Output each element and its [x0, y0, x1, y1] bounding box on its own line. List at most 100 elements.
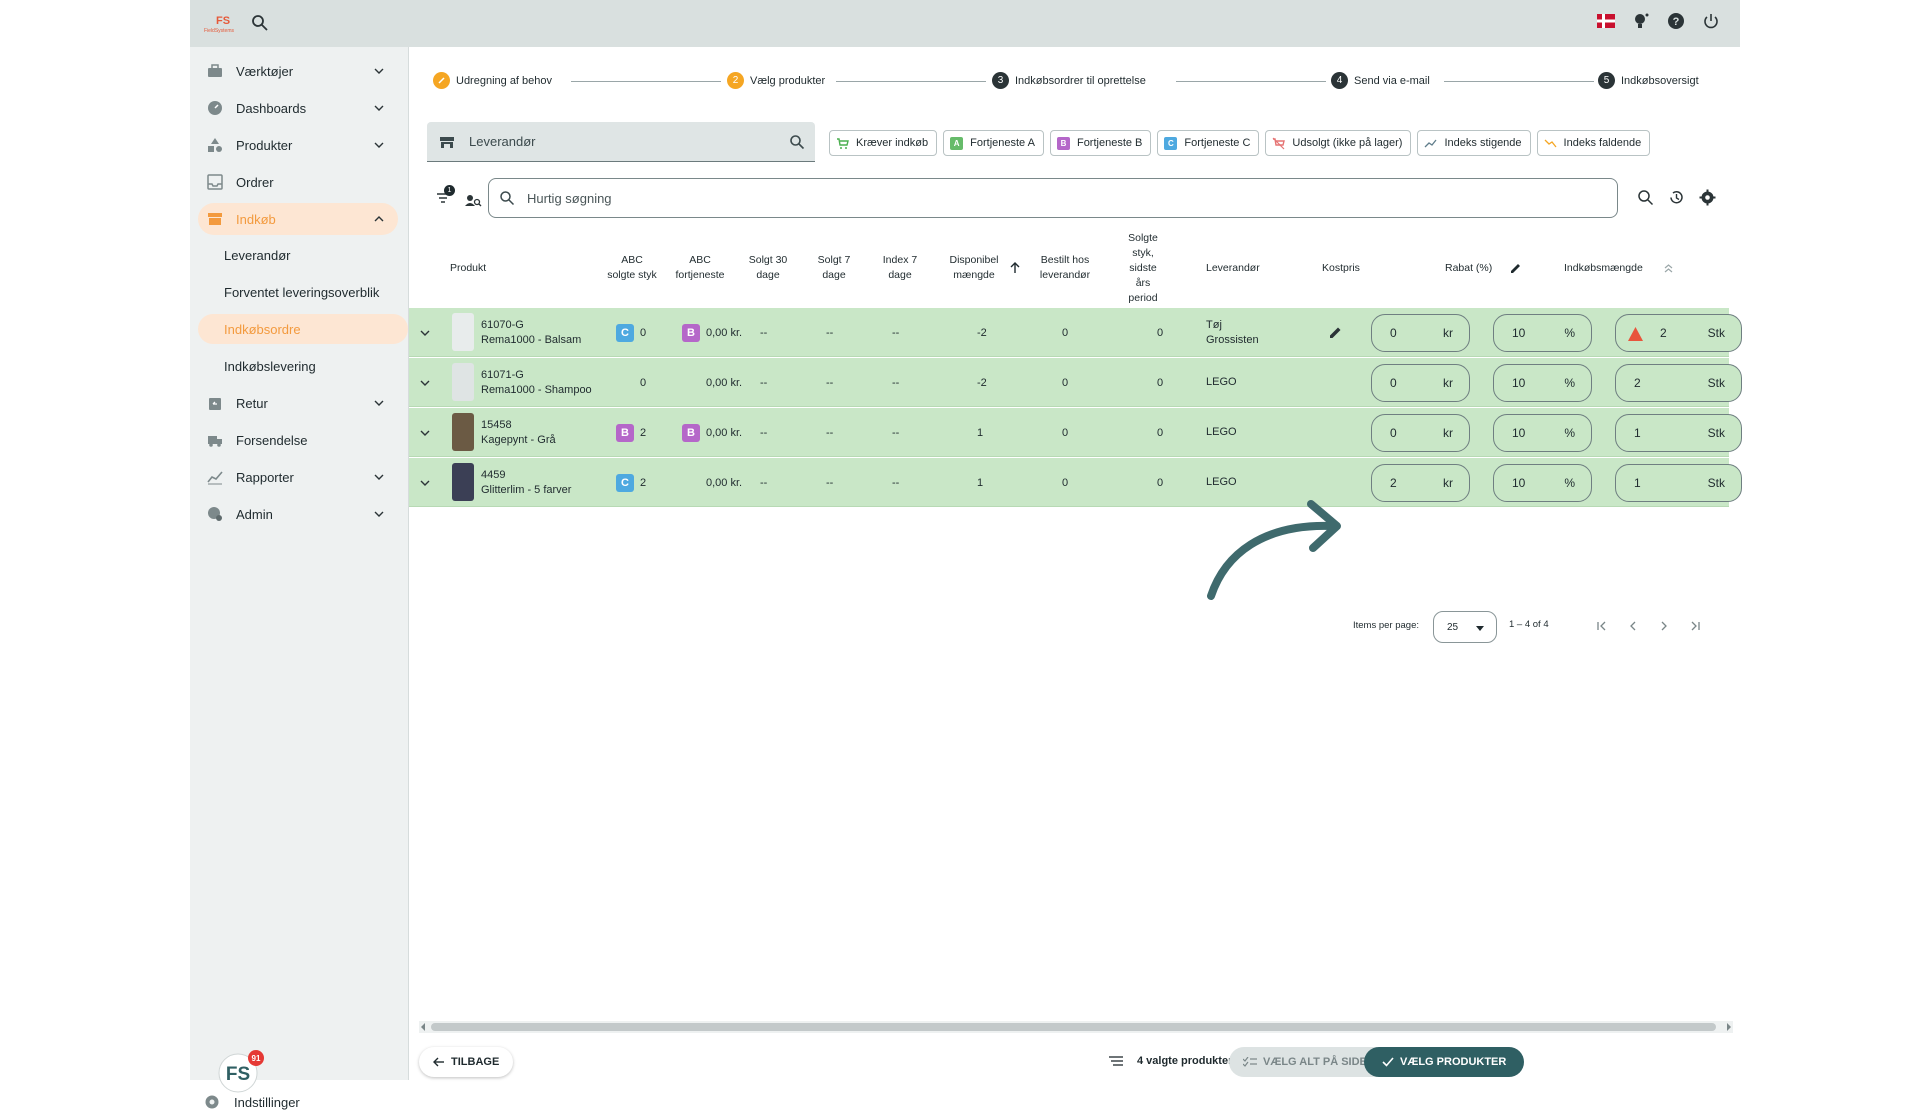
power-icon[interactable] [1702, 12, 1720, 30]
choose-products-button[interactable]: VÆLG PRODUKTER [1364, 1047, 1525, 1077]
danish-flag-icon[interactable] [1597, 12, 1615, 30]
chip-udsolgt[interactable]: Udsolgt (ikke på lager) [1265, 130, 1412, 156]
sort-double-up-icon[interactable] [1662, 228, 1674, 308]
chevron-down-icon[interactable] [419, 308, 433, 357]
sidebar-item-label: Admin [236, 506, 273, 522]
a-icon: A [950, 136, 964, 150]
page-size-select[interactable]: 25 [1433, 611, 1497, 643]
horizontal-scrollbar[interactable] [419, 1021, 1733, 1033]
search-icon[interactable] [250, 13, 270, 33]
zoom-search-icon[interactable] [1637, 189, 1654, 206]
col-header-indkoebsmaengde[interactable]: Indkøbsmængde [1564, 228, 1659, 308]
scroll-thumb[interactable] [431, 1023, 1716, 1031]
sidebar-subitem-indkoebslevering[interactable]: Indkøbslevering [198, 351, 408, 381]
sort-arrow-up-icon[interactable] [1009, 228, 1021, 308]
col-header-solgt30[interactable]: Solgt 30 dage [748, 228, 788, 308]
kostpris-input[interactable]: 0 kr [1371, 364, 1470, 402]
step-2[interactable]: 2 Vælg produkter [727, 72, 825, 89]
first-page-icon[interactable] [1594, 618, 1610, 634]
chip-kraever-indkoeb[interactable]: Kræver indkøb [829, 130, 938, 156]
rabat-input[interactable]: 10 % [1493, 364, 1592, 402]
indkoebsmaengde-input[interactable]: 2 Stk [1615, 364, 1742, 402]
table-row[interactable]: 61071-G Rema1000 - Shampoo 0 0,00 kr. --… [409, 358, 1742, 407]
step-4[interactable]: 4 Send via e-mail [1331, 72, 1430, 89]
step-1[interactable]: Udregning af behov [433, 72, 552, 89]
sidebar-item-dashboards[interactable]: Dashboards [198, 92, 398, 124]
settings-link[interactable]: Indstillinger [204, 1094, 300, 1110]
chip-fortjeneste-a[interactable]: A Fortjeneste A [943, 130, 1044, 156]
sidebar-subitem-leverandoer[interactable]: Leverandør [198, 240, 408, 270]
help-icon[interactable]: ? [1667, 12, 1685, 30]
last-page-icon[interactable] [1687, 618, 1703, 634]
edit-pencil-icon[interactable] [1508, 228, 1522, 308]
step-5[interactable]: 5 Indkøbsoversigt [1598, 72, 1699, 89]
rabat-input[interactable]: 10 % [1493, 314, 1592, 352]
back-button[interactable]: TILBAGE [419, 1047, 514, 1077]
indkoebsmaengde-input[interactable]: 1 Stk [1615, 464, 1742, 502]
col-header-abc-solgte[interactable]: ABC solgte styk [606, 228, 658, 308]
product-name: Glitterlim - 5 farver [481, 483, 572, 496]
col-header-rabat[interactable]: Rabat (%) [1445, 228, 1505, 308]
col-header-index7[interactable]: Index 7 dage [880, 228, 920, 308]
sidebar-item-rapporter[interactable]: Rapporter [198, 461, 398, 493]
scroll-right-icon[interactable] [1727, 1023, 1731, 1031]
sidebar-item-vaerktoejer[interactable]: Værktøjer [198, 55, 398, 87]
table-row[interactable]: 4459 Glitterlim - 5 farver C2 0,00 kr. -… [409, 458, 1742, 507]
sidebar-item-produkter[interactable]: Produkter [198, 129, 398, 161]
chevron-down-icon[interactable] [419, 408, 433, 457]
col-header-bestilt[interactable]: Bestilt hos leverandør [1033, 228, 1097, 308]
kostpris-input[interactable]: 0 kr [1371, 414, 1470, 452]
product-cell[interactable]: 61071-G Rema1000 - Shampoo [481, 358, 592, 407]
sidebar-subitem-label: Leverandør [224, 247, 291, 263]
chip-indeks-stigende[interactable]: Indeks stigende [1417, 130, 1531, 156]
product-cell[interactable]: 15458 Kagepynt - Grå [481, 408, 556, 457]
solgte-sidste-value: 0 [1157, 326, 1164, 339]
table-row[interactable]: 15458 Kagepynt - Grå B2 B 0,00 kr. -- -- … [409, 408, 1742, 457]
col-header-disponibel[interactable]: Disponibel mængde [944, 228, 1004, 308]
sidebar-item-indkoeb[interactable]: Indkøb [198, 203, 398, 235]
indkoebsmaengde-input[interactable]: 1 Stk [1615, 414, 1742, 452]
product-cell[interactable]: 61070-G Rema1000 - Balsam [481, 308, 581, 357]
history-icon[interactable] [1668, 189, 1685, 206]
sidebar-item-forsendelse[interactable]: Forsendelse [198, 424, 398, 456]
col-header-solgte-sidste[interactable]: Solgte styk, sidste års period [1123, 228, 1163, 308]
sidebar-item-retur[interactable]: Retur [198, 387, 398, 419]
sidebar-subitem-indkoebsordre[interactable]: Indkøbsordre [198, 314, 408, 344]
rabat-input[interactable]: 10 % [1493, 464, 1592, 502]
col-header-leverandoer[interactable]: Leverandør [1206, 228, 1276, 308]
col-header-abc-fortjeneste[interactable]: ABC fortjeneste [670, 228, 730, 308]
supplier-select[interactable]: Leverandør [427, 122, 815, 162]
scroll-left-icon[interactable] [421, 1023, 425, 1031]
sidebar-subitem-forventet[interactable]: Forventet leveringsoverblik [198, 277, 408, 307]
edit-supplier-icon[interactable] [1329, 308, 1342, 357]
chip-fortjeneste-c[interactable]: C Fortjeneste C [1157, 130, 1260, 156]
chevron-down-icon[interactable] [419, 458, 433, 507]
sidebar-item-admin[interactable]: Admin [198, 498, 398, 530]
chip-label: Fortjeneste A [970, 137, 1035, 149]
person-search-icon[interactable] [464, 191, 482, 209]
rabat-input[interactable]: 10 % [1493, 414, 1592, 452]
sidebar-item-ordrer[interactable]: Ordrer [198, 166, 398, 198]
indkoebsmaengde-input[interactable]: 2 Stk [1615, 314, 1742, 352]
chip-indeks-faldende[interactable]: Indeks faldende [1536, 130, 1651, 156]
b-icon: B [1056, 136, 1070, 150]
product-cell[interactable]: 4459 Glitterlim - 5 farver [481, 458, 571, 507]
chip-label: Fortjeneste C [1184, 137, 1251, 149]
kostpris-input[interactable]: 2 kr [1371, 464, 1470, 502]
quick-search-input[interactable]: Hurtig søgning [488, 178, 1618, 218]
search-icon[interactable] [789, 134, 805, 150]
maengde-unit: Stk [1707, 376, 1725, 390]
lightbulb-icon[interactable] [1632, 12, 1650, 30]
chip-fortjeneste-b[interactable]: B Fortjeneste B [1049, 130, 1152, 156]
prev-page-icon[interactable] [1625, 618, 1641, 634]
chevron-down-icon[interactable] [419, 358, 433, 407]
table-row[interactable]: 61070-G Rema1000 - Balsam C0 B 0,00 kr. -… [409, 308, 1742, 357]
col-header-produkt[interactable]: Produkt [450, 228, 530, 308]
kostpris-input[interactable]: 0 kr [1371, 314, 1470, 352]
col-header-kostpris[interactable]: Kostpris [1322, 228, 1382, 308]
next-page-icon[interactable] [1656, 618, 1672, 634]
brand-logo[interactable]: FS FieldSystems [202, 12, 242, 34]
col-header-solgt7[interactable]: Solgt 7 dage [814, 228, 854, 308]
step-3[interactable]: 3 Indkøbsordrer til oprettelse [992, 72, 1146, 89]
gear-icon[interactable] [1699, 189, 1716, 206]
